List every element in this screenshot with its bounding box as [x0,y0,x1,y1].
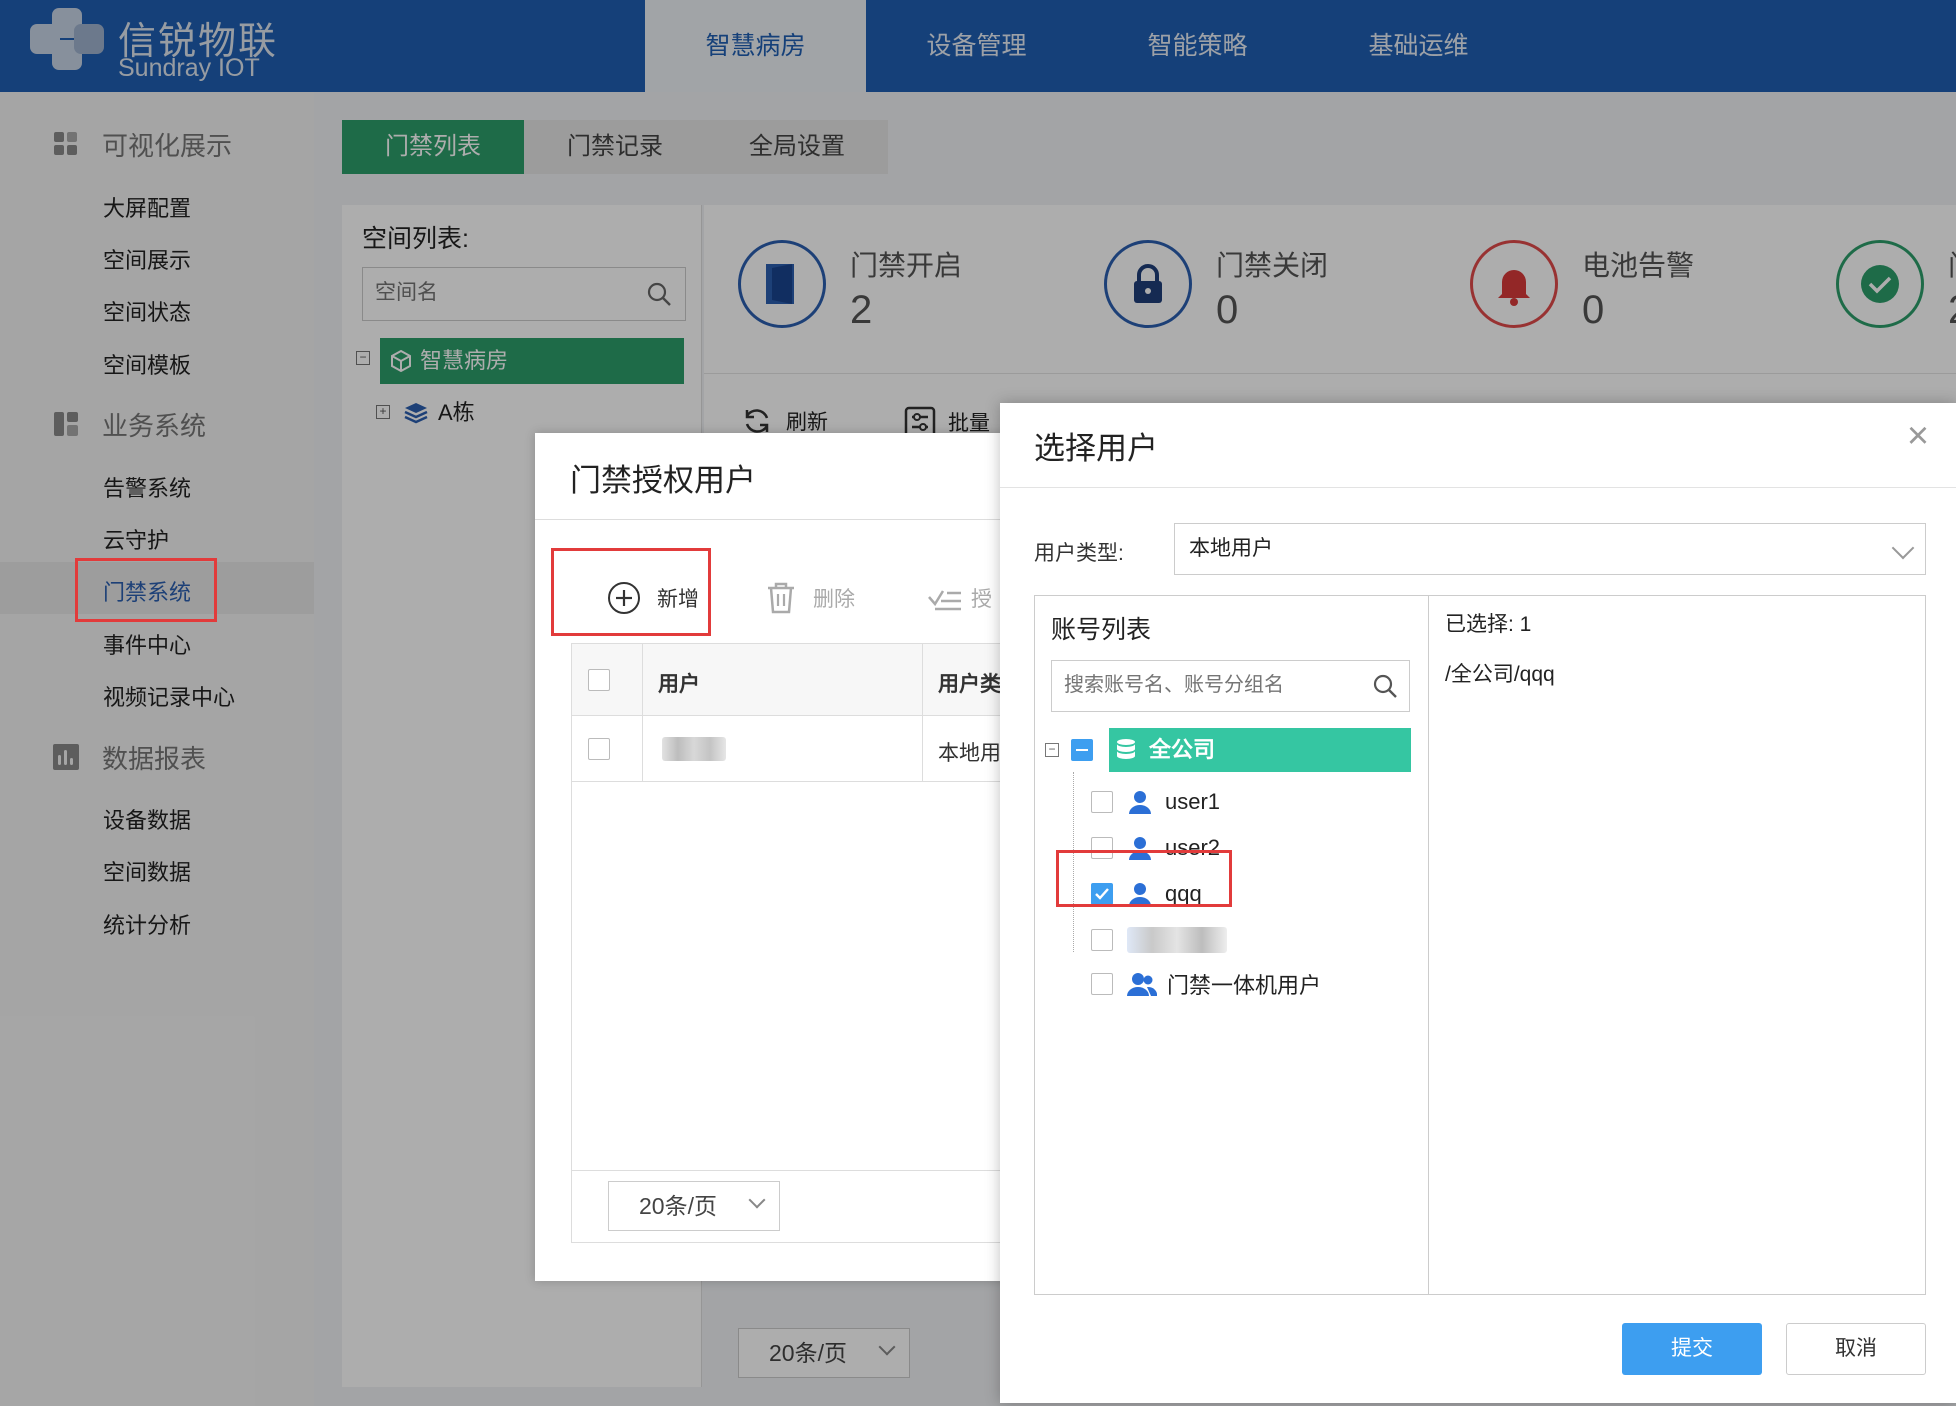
chevron-down-icon [1891,536,1915,560]
column-header-user: 用户 [658,673,700,696]
trash-icon [768,582,794,614]
tree-node-company[interactable]: 全公司 [1109,728,1411,772]
user-row-redacted[interactable] [1091,918,1227,962]
delete-label: 删除 [813,588,855,611]
checklist-icon [928,590,961,611]
user-name: 门禁一体机用户 [1167,973,1322,998]
user-picker: 账号列表 − 全公司 user1 user2 q [1034,595,1926,1295]
user-row-user1[interactable]: user1 [1091,780,1220,824]
delete-button[interactable]: 删除 [765,553,855,643]
account-list-title: 账号列表 [1051,616,1152,644]
authorize-label: 授 [971,588,992,611]
divider [1000,487,1956,488]
auth-user-table: 用户 用户类 本地用 20条/页 [571,643,1015,1243]
chevron-down-icon [748,1191,766,1209]
modal-title: 门禁授权用户 [570,463,756,498]
page-size-select[interactable]: 20条/页 [608,1181,780,1231]
redacted-username [662,737,726,761]
database-icon [1117,739,1135,759]
collapse-toggle-icon[interactable]: − [1045,743,1059,757]
divider [535,519,1015,520]
user-row-access-terminal-users[interactable]: 门禁一体机用户 [1091,962,1321,1006]
row-user-type: 本地用 [938,742,1001,765]
selected-item[interactable]: /全公司/qqq [1445,658,1555,688]
user-checkbox[interactable] [1091,929,1113,951]
table-header: 用户 用户类 [572,644,1014,716]
redacted-username [1127,927,1227,953]
user-type-select[interactable]: 本地用户 [1174,523,1926,575]
submit-button[interactable]: 提交 [1622,1323,1762,1375]
column-header-user-type: 用户类 [938,673,1001,696]
user-group-icon [1127,973,1157,996]
row-checkbox[interactable] [588,738,610,760]
account-search-input[interactable] [1064,661,1364,709]
search-icon[interactable] [1371,672,1399,700]
annotation-highlight-user [1056,850,1232,907]
annotation-highlight-add [551,548,711,636]
divider [1428,596,1429,1294]
cancel-button[interactable]: 取消 [1786,1323,1926,1375]
user-icon [1129,791,1151,814]
page-size-value: 20条/页 [639,1193,717,1219]
tree-node-label: 全公司 [1149,737,1216,762]
table-row[interactable]: 本地用 [572,716,1014,782]
authorize-button[interactable]: 授 [927,553,992,643]
selected-count: 已选择: 1 [1445,613,1532,636]
annotation-highlight-sidebar [75,558,217,622]
user-checkbox[interactable] [1091,791,1113,813]
account-search-box [1051,660,1410,712]
user-type-label: 用户类型: [1034,542,1124,565]
modal-title: 选择用户 [1034,431,1158,466]
auth-pagination: 20条/页 [572,1170,1014,1242]
select-all-checkbox[interactable] [588,669,610,691]
indeterminate-checkbox[interactable] [1071,739,1093,761]
user-type-value: 本地用户 [1189,537,1273,560]
close-icon[interactable]: × [1898,417,1938,457]
user-name: user1 [1165,789,1221,814]
user-checkbox[interactable] [1091,973,1113,995]
